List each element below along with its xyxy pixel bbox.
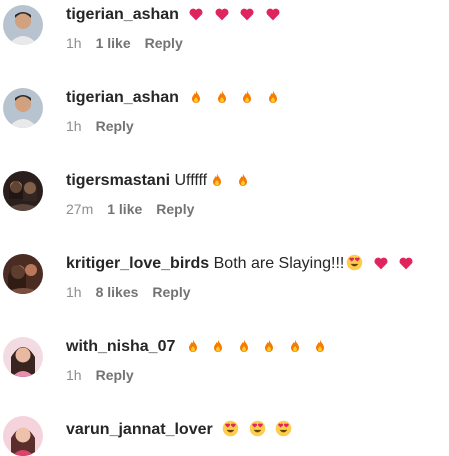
fire-icon: [287, 338, 303, 360]
user-avatar[interactable]: [3, 171, 43, 211]
fire-icon: [209, 172, 225, 194]
fire-icon: [210, 338, 226, 360]
heart-eyes-icon: [249, 420, 266, 443]
fire-icon: [236, 338, 252, 360]
comment-timestamp: 27m: [66, 201, 94, 217]
heart-icon: [398, 255, 414, 277]
heart-icon: [373, 255, 389, 277]
comment-text: Ufffff: [174, 172, 208, 189]
comment-like-count[interactable]: 1 like: [107, 201, 142, 217]
user-avatar[interactable]: [3, 254, 43, 294]
user-avatar[interactable]: [3, 5, 43, 45]
heart-icon: [239, 6, 255, 28]
fire-icon: [185, 338, 201, 360]
heart-eyes-icon: [222, 420, 239, 443]
comment-like-count[interactable]: 1 like: [96, 35, 131, 51]
user-avatar[interactable]: [3, 88, 43, 128]
user-avatar[interactable]: [3, 416, 43, 456]
fire-icon: [235, 172, 251, 194]
heart-icon: [188, 6, 204, 28]
comment-timestamp: 1h: [66, 367, 82, 383]
heart-icon: [214, 6, 230, 28]
fire-icon: [239, 89, 255, 111]
heart-icon: [265, 6, 281, 28]
fire-icon: [188, 89, 204, 111]
comment-like-count[interactable]: 8 likes: [96, 284, 139, 300]
comment-text: Both are Slaying!!!: [213, 255, 345, 272]
reply-button[interactable]: Reply: [152, 284, 190, 300]
fire-icon: [265, 89, 281, 111]
comment-username[interactable]: kritiger_love_birds: [66, 255, 209, 272]
comment-timestamp: 1h: [66, 35, 82, 51]
comment-username[interactable]: tigersmastani: [66, 172, 170, 189]
comment-username[interactable]: tigerian_ashan: [66, 6, 179, 23]
reply-button[interactable]: Reply: [96, 118, 134, 134]
heart-eyes-icon: [275, 420, 292, 443]
comment-timestamp: 1h: [66, 118, 82, 134]
comment-username[interactable]: varun_jannat_lover: [66, 421, 213, 438]
comment-username[interactable]: with_nisha_07: [66, 338, 175, 355]
user-avatar[interactable]: [3, 337, 43, 377]
reply-button[interactable]: Reply: [96, 367, 134, 383]
comment-list: tigerian_ashan 1h 1 like Reply tigerian_as…: [0, 0, 449, 456]
comment-timestamp: 1h: [66, 284, 82, 300]
comment-username[interactable]: tigerian_ashan: [66, 89, 179, 106]
fire-icon: [214, 89, 230, 111]
fire-icon: [312, 338, 328, 360]
fire-icon: [261, 338, 277, 360]
reply-button[interactable]: Reply: [156, 201, 194, 217]
heart-eyes-icon: [346, 254, 363, 277]
reply-button[interactable]: Reply: [145, 35, 183, 51]
